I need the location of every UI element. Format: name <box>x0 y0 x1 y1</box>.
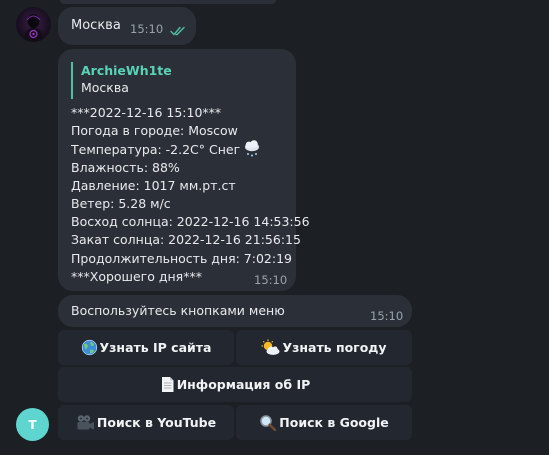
google-search-label: Поиск в Google <box>279 415 389 430</box>
bot-avatar[interactable]: T <box>16 408 49 441</box>
message-time: 15:10 <box>370 309 404 323</box>
globe-icon <box>81 339 98 356</box>
message-time: 15:10 <box>130 22 164 36</box>
youtube-search-button[interactable]: Поиск в YouTube <box>58 405 234 440</box>
weather-label: Узнать погоду <box>282 340 387 355</box>
reply-quote[interactable]: ArchieWh1te Москва <box>71 62 221 99</box>
ip-site-button[interactable]: Узнать IP сайта <box>58 330 234 365</box>
weather-line-wind: Ветер: 5.28 м/с <box>71 195 171 211</box>
double-check-icon <box>170 24 186 39</box>
weather-line-pressure: Давление: 1017 мм.рт.ст <box>71 177 236 193</box>
message-text: Воспользуйтесь кнопками меню <box>71 303 285 318</box>
weather-line-sunset: Закат солнца: 2022-12-16 21:56:15 <box>71 232 301 248</box>
sun-behind-cloud-icon <box>261 339 280 356</box>
youtube-search-label: Поиск в YouTube <box>96 415 217 430</box>
temperature-text: Температура: -2.2C° Снег <box>71 142 241 158</box>
previous-message-edge <box>60 0 276 4</box>
ip-info-label: Информация об IP <box>176 377 311 392</box>
magnifier-icon <box>259 414 277 431</box>
weather-report: ***2022-12-16 15:10*** Погода в городе: … <box>71 104 310 286</box>
message-time: 15:10 <box>254 273 288 287</box>
reply-text: Москва <box>81 80 129 95</box>
ip-site-label: Узнать IP сайта <box>99 340 212 355</box>
weather-line-date: ***2022-12-16 15:10*** <box>71 105 222 120</box>
film-camera-icon <box>76 414 95 431</box>
bot-avatar-letter: T <box>28 417 37 432</box>
message-text: Москва <box>71 18 121 33</box>
snow-cloud-icon <box>243 140 262 162</box>
weather-message-bubble[interactable]: ArchieWh1te Москва ***2022-12-16 15:10**… <box>58 49 310 291</box>
google-search-button[interactable]: Поиск в Google <box>236 405 412 440</box>
weather-line-sunrise: Восход солнца: 2022-12-16 14:53:56 <box>71 214 310 230</box>
weather-line-daylength: Продолжительность дня: 7:02:19 <box>71 250 292 266</box>
reply-author: ArchieWh1te <box>81 63 172 78</box>
weather-line-city: Погода в городе: Moscow <box>71 123 238 139</box>
weather-line-temperature: Температура: -2.2C° Снег <box>71 140 291 158</box>
user-message-bubble[interactable]: Москва 15:10 <box>58 7 196 45</box>
weather-button[interactable]: Узнать погоду <box>236 330 412 365</box>
ip-info-button[interactable]: Информация об IP <box>58 367 412 402</box>
user-avatar[interactable] <box>16 7 51 42</box>
page-icon <box>160 376 175 393</box>
menu-hint-bubble[interactable]: Воспользуйтесь кнопками меню 15:10 <box>58 295 412 327</box>
